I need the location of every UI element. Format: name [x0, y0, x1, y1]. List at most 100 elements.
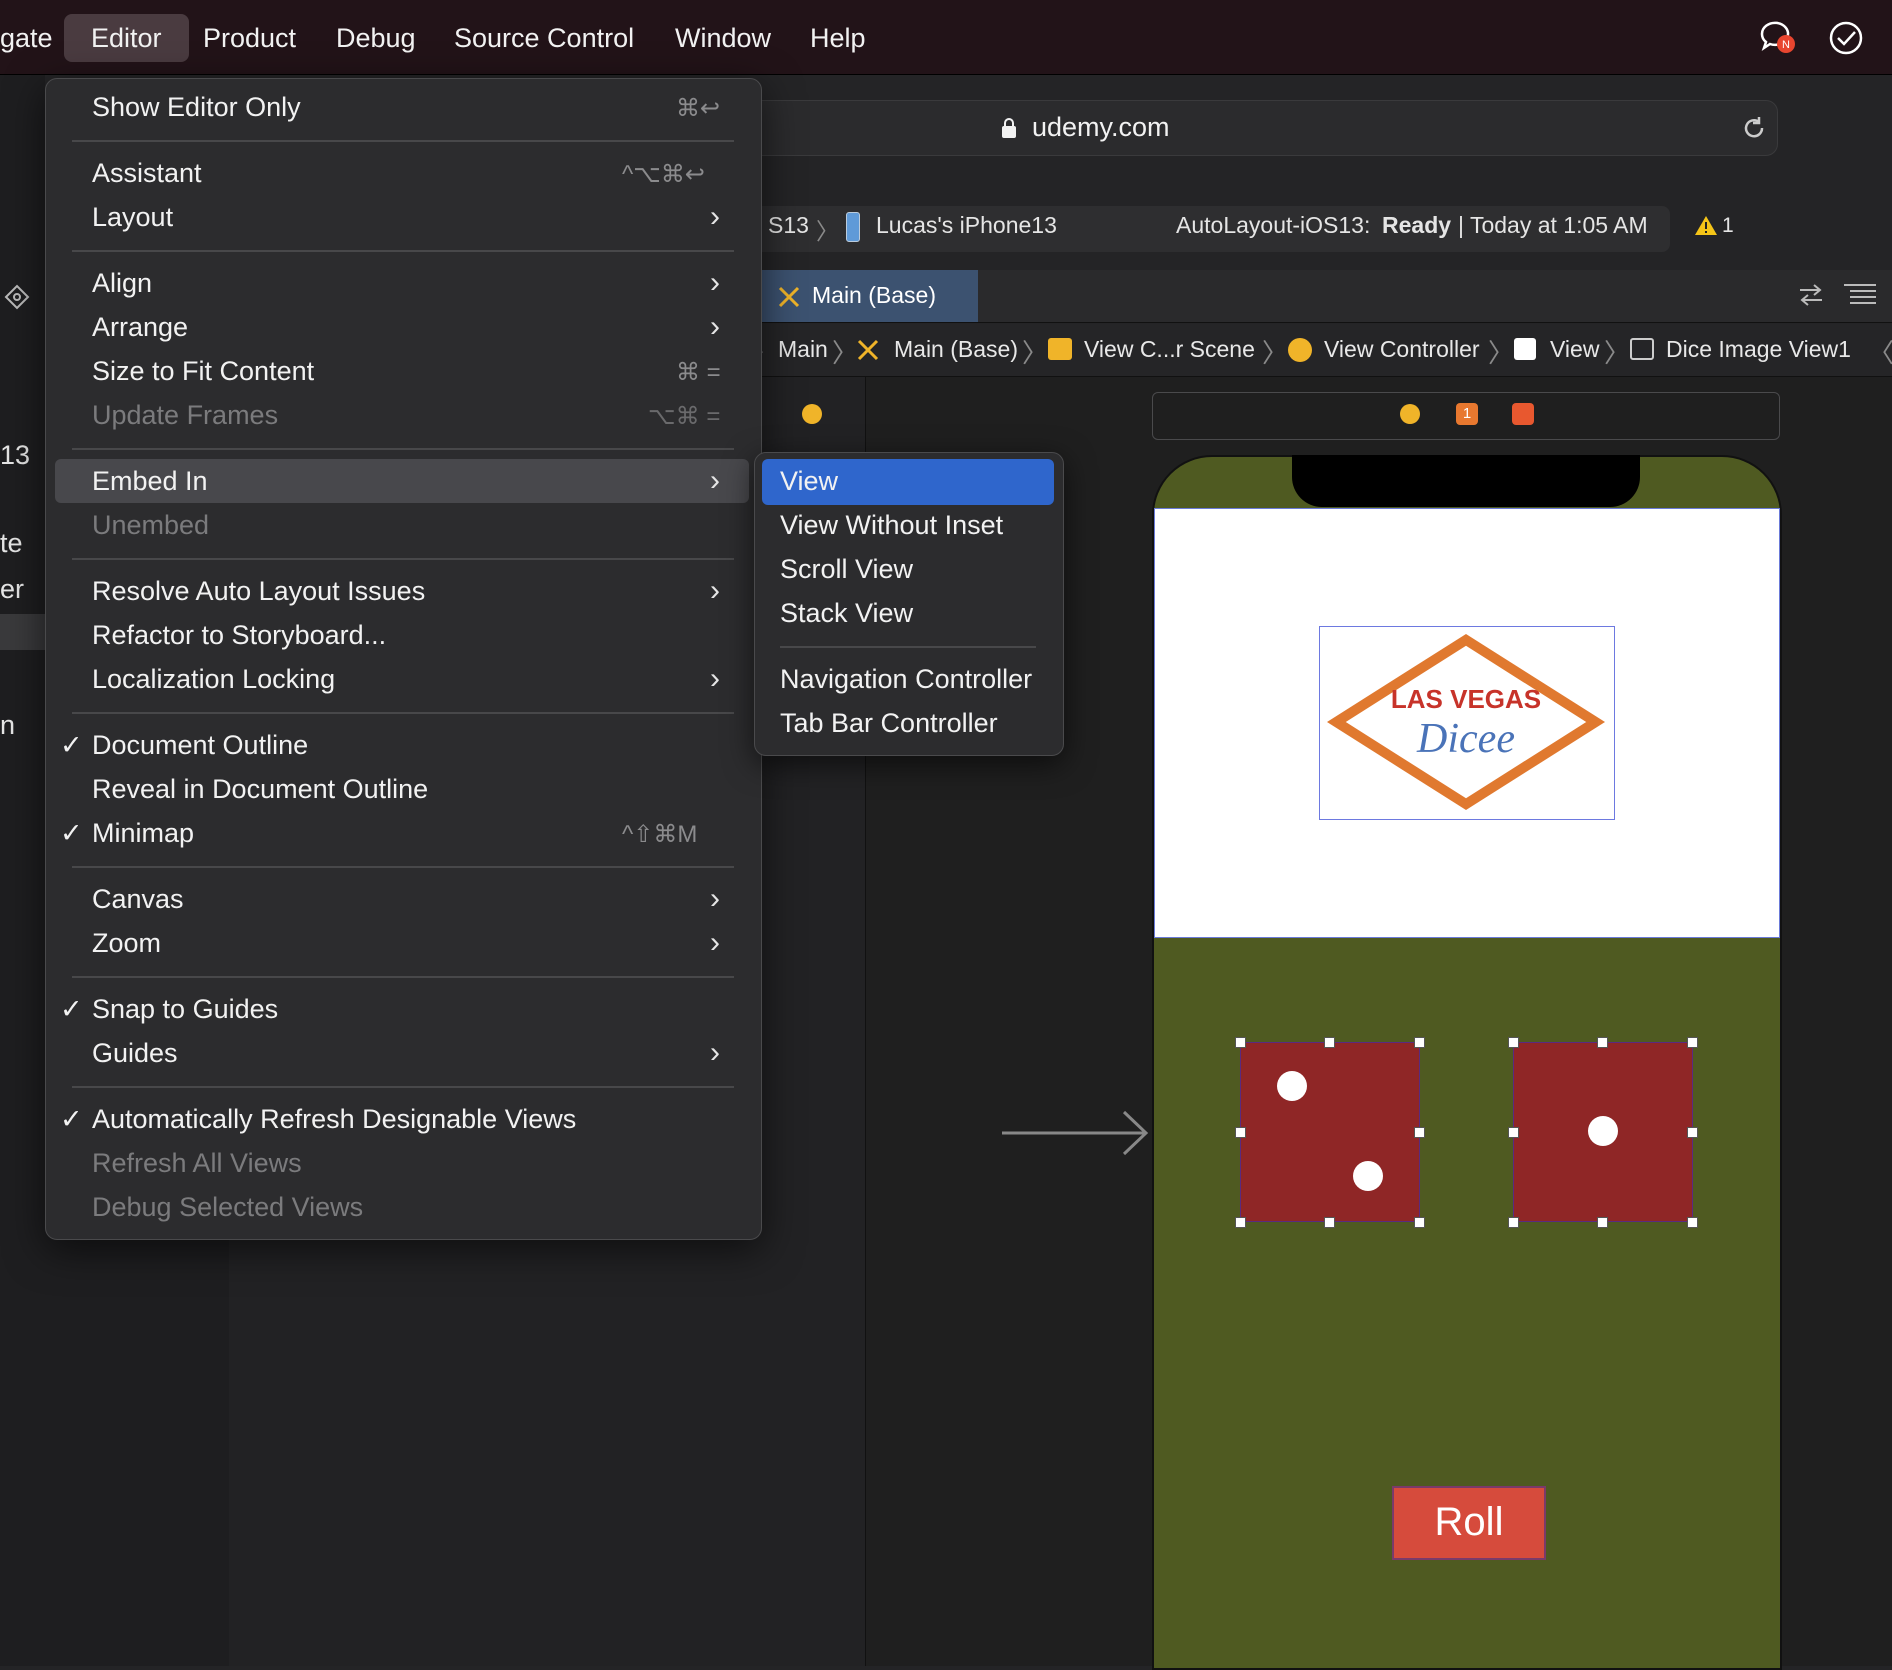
submenu-separator	[780, 646, 1036, 648]
submenu-item-stack-view[interactable]: Stack View	[780, 598, 913, 629]
checkmark-circle-icon[interactable]	[1828, 20, 1864, 56]
warning-icon[interactable]	[1694, 214, 1718, 236]
menu-item-auto-refresh-designable[interactable]: Automatically Refresh Designable Views	[92, 1104, 576, 1135]
menu-item-align[interactable]: Align	[92, 268, 152, 299]
menu-separator	[72, 558, 734, 560]
resize-handle[interactable]	[1414, 1217, 1425, 1228]
submenu-item-scroll-view[interactable]: Scroll View	[780, 554, 913, 585]
dice-image-view-2[interactable]	[1513, 1042, 1693, 1222]
resize-handle[interactable]	[1235, 1127, 1246, 1138]
dice-image-view-1[interactable]	[1240, 1042, 1420, 1222]
menu-editor[interactable]: Editor	[64, 14, 189, 62]
reload-icon[interactable]	[1740, 114, 1768, 142]
menu-help[interactable]: Help	[783, 14, 893, 62]
iphone-icon	[846, 212, 860, 242]
submenu-item-tab-bar-controller[interactable]: Tab Bar Controller	[780, 708, 998, 739]
logo-line2: Dicee	[1416, 716, 1515, 762]
menu-item-canvas[interactable]: Canvas	[92, 884, 184, 915]
breadcrumb-item-main-base[interactable]: Main (Base)	[894, 336, 1018, 363]
breadcrumb-item-view[interactable]: View	[1550, 336, 1599, 363]
menu-item-localization-locking[interactable]: Localization Locking	[92, 664, 335, 695]
menu-item-reveal-outline[interactable]: Reveal in Document Outline	[92, 774, 428, 805]
breadcrumb-separator: 〉	[1488, 338, 1515, 368]
menu-source-control[interactable]: Source Control	[427, 14, 661, 62]
submenu-item-view-without-inset[interactable]: View Without Inset	[780, 510, 1003, 541]
menu-separator	[72, 712, 734, 714]
breadcrumb-item-dice-image[interactable]: Dice Image View1	[1666, 336, 1851, 363]
resize-handle[interactable]	[1597, 1217, 1608, 1228]
resize-handle[interactable]	[1687, 1217, 1698, 1228]
view-controller-icon[interactable]	[1400, 404, 1420, 424]
resize-handle[interactable]	[1508, 1217, 1519, 1228]
die-pip	[1277, 1071, 1307, 1101]
editor-options-icon[interactable]	[1842, 282, 1878, 308]
menu-separator	[72, 250, 734, 252]
menu-item-snap-to-guides[interactable]: Snap to Guides	[92, 994, 278, 1025]
menu-item-embed-in[interactable]: Embed In	[92, 466, 208, 497]
resize-handle[interactable]	[1414, 1037, 1425, 1048]
breadcrumb-item-main[interactable]: Main	[778, 336, 828, 363]
storyboard-icon	[778, 286, 800, 308]
address-bar[interactable]	[700, 100, 1778, 156]
view-icon	[1514, 338, 1536, 360]
shortcut: ^⇧⌘M	[622, 821, 698, 848]
menu-item-refactor-storyboard[interactable]: Refactor to Storyboard...	[92, 620, 386, 651]
resize-handle[interactable]	[1687, 1127, 1698, 1138]
menu-item-unembed: Unembed	[92, 510, 210, 540]
tab-label: Main (Base)	[812, 282, 936, 308]
resize-handle[interactable]	[1235, 1217, 1246, 1228]
checkmark-icon: ✓	[60, 818, 83, 848]
resize-handle[interactable]	[1508, 1037, 1519, 1048]
tag-icon[interactable]	[2, 282, 32, 312]
resize-handle[interactable]	[1235, 1037, 1246, 1048]
menu-item-minimap[interactable]: Minimap	[92, 818, 194, 849]
die-pip	[1353, 1161, 1383, 1191]
menu-separator	[72, 976, 734, 978]
notification-chat-icon[interactable]: N	[1758, 20, 1798, 56]
die-pip	[1588, 1116, 1618, 1146]
menu-item-zoom[interactable]: Zoom	[92, 928, 161, 959]
menu-window[interactable]: Window	[648, 14, 798, 62]
menu-debug[interactable]: Debug	[309, 14, 443, 62]
scene-exit-icon[interactable]	[802, 404, 822, 424]
menu-item-size-to-fit[interactable]: Size to Fit Content	[92, 356, 314, 387]
resize-handle[interactable]	[1687, 1037, 1698, 1048]
menu-item-document-outline[interactable]: Document Outline	[92, 730, 308, 761]
breadcrumb-item-scene[interactable]: View C...r Scene	[1084, 336, 1255, 363]
shortcut: ^⌥⌘↩	[622, 161, 706, 188]
submenu-item-view[interactable]: View	[780, 466, 838, 497]
menu-item-show-editor-only[interactable]: Show Editor Only	[92, 92, 301, 123]
first-responder-icon[interactable]: 1	[1456, 403, 1478, 425]
chevron-right-icon: ›	[710, 310, 720, 343]
submenu-item-navigation-controller[interactable]: Navigation Controller	[780, 664, 1032, 695]
resize-handle[interactable]	[1508, 1127, 1519, 1138]
menu-product[interactable]: Product	[176, 14, 323, 62]
scheme-name[interactable]: S13	[768, 212, 809, 239]
chevron-right-icon: ›	[710, 574, 720, 607]
checkmark-icon: ✓	[60, 994, 83, 1024]
lock-icon	[1002, 118, 1016, 138]
exit-icon[interactable]	[1512, 403, 1534, 425]
chevron-right-icon: ›	[710, 464, 720, 497]
menu-item-arrange[interactable]: Arrange	[92, 312, 188, 343]
left-pane	[0, 74, 45, 1666]
breadcrumb-back-icon[interactable]: 〈	[1868, 333, 1892, 370]
menu-item-assistant[interactable]: Assistant	[92, 158, 202, 189]
phone-notch	[1292, 455, 1640, 507]
storyboard-icon	[857, 339, 879, 361]
menu-item-resolve-auto-layout[interactable]: Resolve Auto Layout Issues	[92, 576, 425, 607]
checkmark-icon: ✓	[60, 1104, 83, 1134]
resize-handle[interactable]	[1414, 1127, 1425, 1138]
resize-handle[interactable]	[1324, 1037, 1335, 1048]
sidebar-fragment: 13	[0, 440, 31, 470]
device-name[interactable]: Lucas's iPhone13	[876, 212, 1057, 239]
swap-arrows-icon[interactable]	[1796, 282, 1826, 308]
roll-button[interactable]: Roll	[1392, 1486, 1546, 1560]
menu-item-refresh-all-views: Refresh All Views	[92, 1148, 302, 1178]
menu-item-guides[interactable]: Guides	[92, 1038, 178, 1069]
resize-handle[interactable]	[1324, 1217, 1335, 1228]
menu-item-layout[interactable]: Layout	[92, 202, 173, 233]
breadcrumb-item-view-controller[interactable]: View Controller	[1324, 336, 1480, 363]
shortcut: ⌘↩	[676, 95, 721, 122]
resize-handle[interactable]	[1597, 1037, 1608, 1048]
